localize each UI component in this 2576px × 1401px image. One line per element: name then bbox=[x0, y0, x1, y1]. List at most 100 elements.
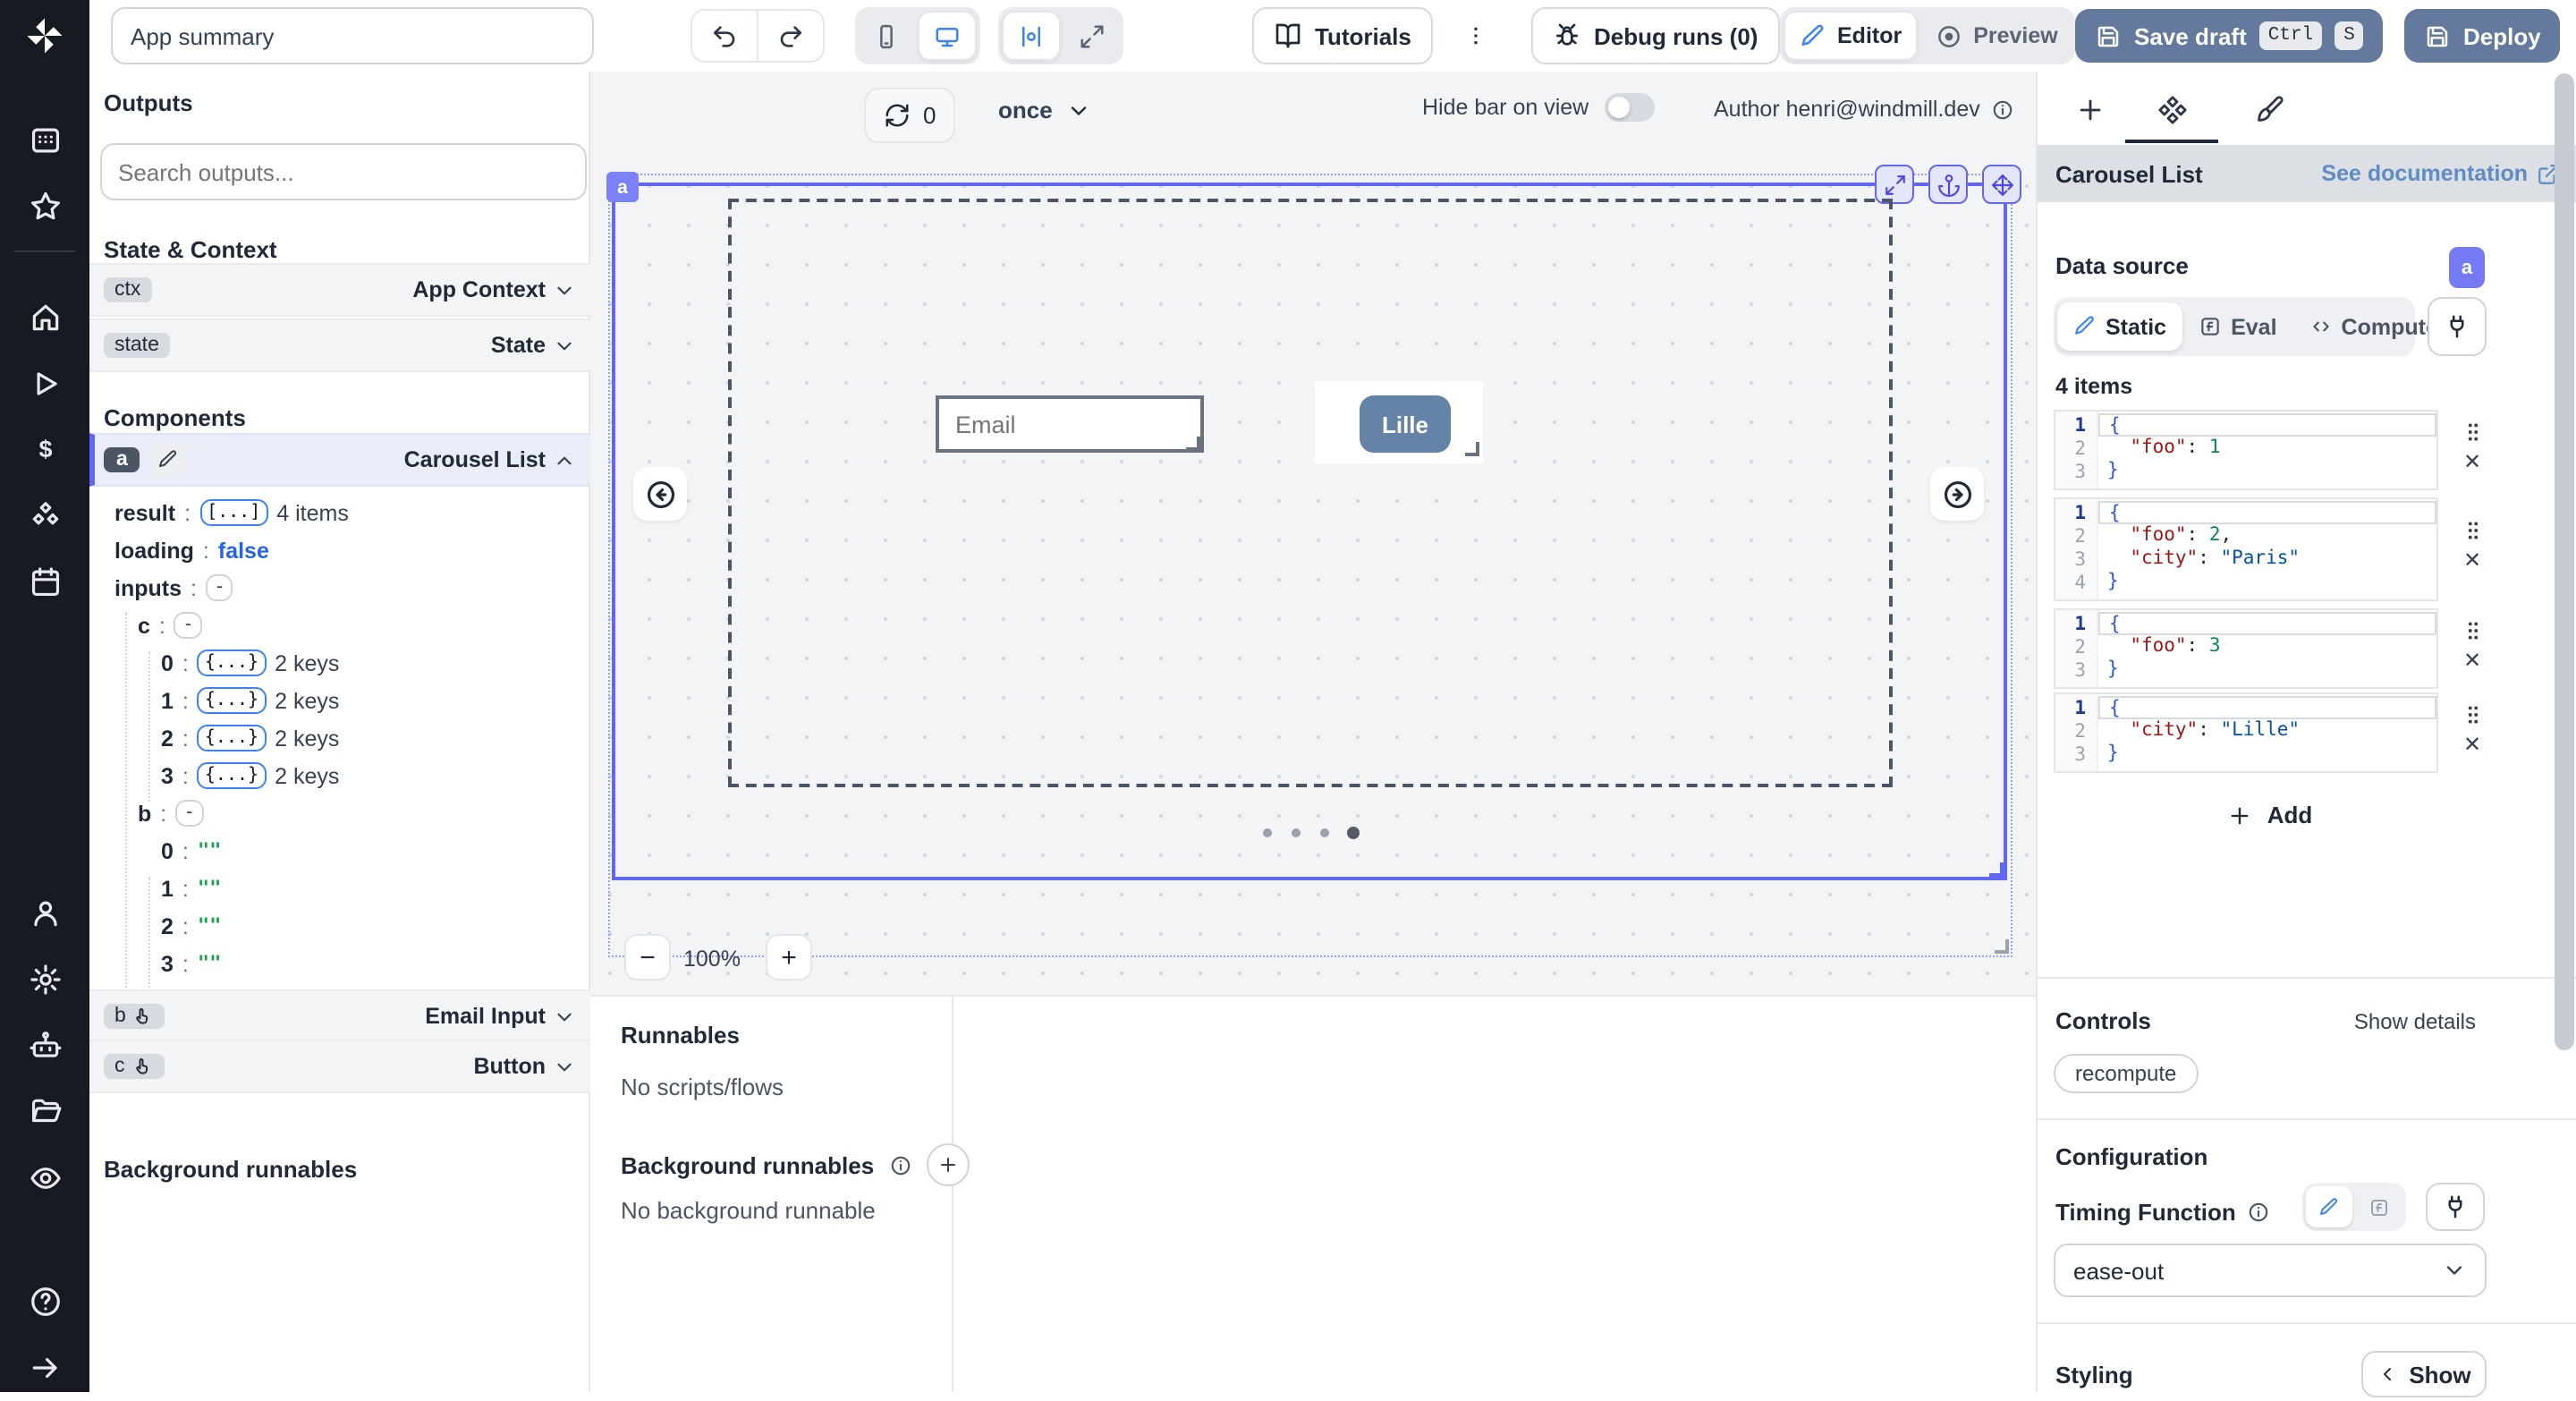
canvas-email-input[interactable] bbox=[936, 395, 1204, 453]
save-draft-button[interactable]: Save draft Ctrl S bbox=[2075, 9, 2384, 63]
component-settings-tab[interactable] bbox=[2141, 86, 2202, 132]
carousel-dot-1[interactable] bbox=[1263, 828, 1272, 837]
fullscreen-toggle[interactable] bbox=[1064, 13, 1120, 59]
item-editor-1[interactable]: 123{ "foo": 1} bbox=[2054, 410, 2438, 490]
tree-row-2[interactable]: 2:"" bbox=[161, 907, 221, 945]
scrollbar-thumb[interactable] bbox=[2555, 73, 2574, 1050]
resources-boxes-icon[interactable] bbox=[0, 483, 89, 549]
more-menu-button[interactable] bbox=[1463, 9, 1488, 63]
drag-handle-icon[interactable] bbox=[2461, 420, 2484, 443]
tutorials-button[interactable]: Tutorials bbox=[1252, 7, 1433, 64]
delete-item-button[interactable]: ✕ bbox=[2463, 649, 2481, 670]
runs-play-icon[interactable] bbox=[0, 351, 89, 417]
info-icon[interactable] bbox=[888, 1153, 911, 1176]
mobile-preview-toggle[interactable] bbox=[859, 13, 914, 59]
info-icon[interactable] bbox=[1991, 98, 2014, 121]
deploy-button[interactable]: Deploy bbox=[2404, 9, 2561, 63]
app-summary-input[interactable] bbox=[111, 7, 594, 64]
tree-row-c[interactable]: c:- bbox=[138, 607, 202, 644]
drag-handle-icon[interactable] bbox=[2461, 618, 2484, 641]
folders-icon[interactable] bbox=[0, 1079, 89, 1145]
output-row-state[interactable]: state State bbox=[89, 318, 590, 372]
edit-id-button[interactable] bbox=[149, 442, 189, 478]
zoom-out-button[interactable]: − bbox=[624, 934, 671, 981]
delete-item-button[interactable]: ✕ bbox=[2463, 733, 2481, 754]
mode-eval[interactable]: Eval bbox=[2182, 302, 2292, 351]
carousel-prev-button[interactable] bbox=[633, 467, 687, 521]
component-row-c[interactable]: c Button bbox=[89, 1040, 590, 1093]
tree-row-3[interactable]: 3:"" bbox=[161, 945, 221, 982]
anchor-component-button[interactable] bbox=[1928, 165, 1968, 204]
preview-tab[interactable]: Preview bbox=[1921, 13, 2072, 59]
resize-handle[interactable] bbox=[1465, 442, 1479, 456]
zoom-in-button[interactable]: + bbox=[766, 934, 812, 981]
add-item-button[interactable]: Add bbox=[2228, 802, 2313, 828]
resize-handle[interactable] bbox=[1186, 437, 1200, 451]
output-row-ctx[interactable]: ctx App Context bbox=[89, 263, 590, 317]
move-component-button[interactable] bbox=[1982, 165, 2021, 204]
component-row-b[interactable]: b Email Input bbox=[89, 989, 590, 1043]
windmill-logo[interactable] bbox=[0, 0, 89, 72]
tree-row-0[interactable]: 0:{...}2 keys bbox=[161, 644, 339, 682]
desktop-preview-toggle[interactable] bbox=[918, 11, 977, 61]
undo-button[interactable] bbox=[692, 11, 757, 61]
tree-row-1[interactable]: 1:{...}2 keys bbox=[161, 682, 339, 719]
delete-item-button[interactable]: ✕ bbox=[2463, 450, 2481, 471]
delete-item-button[interactable]: ✕ bbox=[2463, 549, 2481, 571]
timing-eval-mode[interactable] bbox=[2356, 1186, 2402, 1227]
editor-tab[interactable]: Editor bbox=[1784, 11, 1918, 61]
tree-row-loading[interactable]: loading:false bbox=[114, 531, 269, 569]
debug-runs-button[interactable]: Debug runs (0) bbox=[1531, 7, 1779, 64]
audit-eye-icon[interactable] bbox=[0, 1145, 89, 1211]
carousel-next-button[interactable] bbox=[1930, 467, 1984, 521]
tree-row-b[interactable]: b:- bbox=[138, 794, 203, 832]
carousel-dot-3[interactable] bbox=[1320, 828, 1329, 837]
hide-bar-toggle[interactable] bbox=[1605, 93, 1655, 122]
carousel-dot-2[interactable] bbox=[1292, 828, 1301, 837]
variables-dollar-icon[interactable]: $ bbox=[0, 417, 89, 483]
timing-static-mode[interactable] bbox=[2306, 1186, 2352, 1227]
schedules-calendar-icon[interactable] bbox=[0, 549, 89, 616]
tree-row-3[interactable]: 3:{...}2 keys bbox=[161, 757, 339, 794]
tree-row-1[interactable]: 1:"" bbox=[161, 870, 221, 907]
help-icon[interactable] bbox=[0, 1269, 89, 1335]
redo-button[interactable] bbox=[757, 11, 823, 61]
drag-handle-icon[interactable] bbox=[2461, 702, 2484, 726]
carousel-dot-4-active[interactable] bbox=[1347, 827, 1360, 839]
item-editor-3[interactable]: 123{ "foo": 3} bbox=[2054, 608, 2438, 689]
home-icon[interactable] bbox=[0, 284, 89, 351]
timing-plug-button[interactable] bbox=[2426, 1183, 2485, 1231]
info-icon[interactable] bbox=[2247, 1201, 2270, 1224]
search-outputs-input[interactable] bbox=[100, 143, 587, 200]
tree-row-inputs[interactable]: inputs:- bbox=[114, 569, 233, 607]
favorites-star-icon[interactable] bbox=[0, 174, 89, 240]
selection-resize-corner[interactable] bbox=[1989, 862, 2004, 877]
carousel-container[interactable] bbox=[728, 199, 1893, 787]
tree-row-result[interactable]: result:[...]4 items bbox=[114, 494, 349, 531]
styling-show-button[interactable]: Show bbox=[2361, 1351, 2487, 1397]
workers-bot-icon[interactable] bbox=[0, 1013, 89, 1079]
tree-row-2[interactable]: 2:{...}2 keys bbox=[161, 719, 339, 757]
apps-icon[interactable] bbox=[0, 107, 89, 174]
mode-static[interactable]: Static bbox=[2057, 302, 2182, 351]
collapse-arrow-icon[interactable] bbox=[0, 1335, 89, 1401]
settings-gear-icon[interactable] bbox=[0, 947, 89, 1013]
add-background-runnable-button[interactable] bbox=[926, 1143, 969, 1186]
canvas-lille-button[interactable]: Lille bbox=[1360, 395, 1451, 453]
styling-tab[interactable] bbox=[2238, 86, 2299, 132]
drag-handle-icon[interactable] bbox=[2461, 519, 2484, 542]
item-editor-2[interactable]: 1234{ "foo": 2, "city": "Paris"} bbox=[2054, 497, 2438, 601]
center-content-toggle[interactable] bbox=[1002, 11, 1061, 61]
user-icon[interactable] bbox=[0, 880, 89, 947]
component-row-a[interactable]: a Carousel List bbox=[89, 433, 590, 487]
item-editor-4[interactable]: 123{ "city": "Lille"} bbox=[2054, 692, 2438, 773]
recompute-button[interactable]: recompute bbox=[2054, 1054, 2198, 1093]
show-details-link[interactable]: Show details bbox=[2354, 1009, 2476, 1034]
tree-row-0[interactable]: 0:"" bbox=[161, 832, 221, 870]
refresh-button[interactable]: 0 bbox=[864, 88, 955, 143]
see-documentation-link[interactable]: See documentation bbox=[2321, 161, 2560, 186]
insert-component-tab[interactable] bbox=[2059, 86, 2120, 132]
cell-resize-corner[interactable] bbox=[1995, 939, 2009, 954]
connect-plug-button[interactable] bbox=[2428, 297, 2487, 356]
timing-function-select[interactable]: ease-out bbox=[2054, 1244, 2487, 1297]
